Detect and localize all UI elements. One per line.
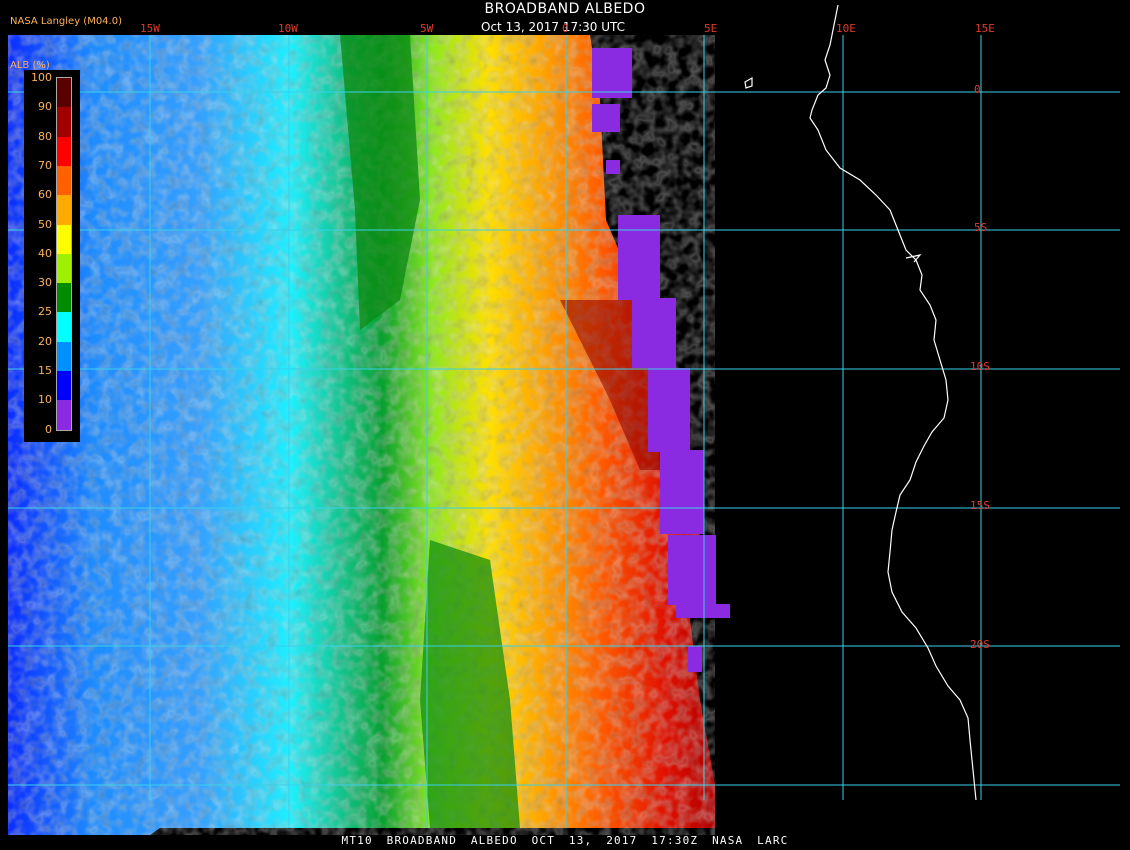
lon-label-0: 0 [562,22,569,35]
legend-tick-label: 25 [38,305,52,319]
legend-tick-label: 30 [38,276,52,290]
lat-label-15s: 15S [970,499,990,512]
legend-tick-label: 20 [38,334,52,348]
credit-label: NASA Langley (M04.0) [10,16,122,27]
legend-tick-label: 10 [38,393,52,407]
lon-label-15e: 15E [975,22,995,35]
color-legend: ALB (%) 100 90 80 70 60 50 40 30 25 20 15 10 0 [10,60,80,442]
lon-label-15w: 15W [140,22,160,35]
footer-caption: MT10 BROADBAND ALBEDO OCT 13, 2017 17:30… [341,834,789,847]
lat-label-20s: 20S [970,638,990,651]
lon-label-10e: 10E [836,22,856,35]
legend-tick-label: 90 [38,100,52,114]
legend-tick-label: 15 [38,364,52,377]
legend-title: ALB (%) [10,60,50,71]
legend-tick-label: 80 [38,129,52,143]
cloud-field [8,35,730,835]
coastline [744,4,977,801]
lat-label-5s: 5S [974,221,988,234]
legend-tick-label: 70 [38,158,52,172]
legend-tick-label: 60 [38,188,52,202]
page-title: BROADBAND ALBEDO [484,1,646,17]
legend-tick-label: 50 [38,217,52,231]
legend-tick-label: 0 [45,422,52,436]
lon-label-5e: 5E [704,22,718,35]
lat-label-0: 0 [974,83,981,96]
legend-tick-label: 100 [31,71,52,84]
lon-label-5w: 5W [420,22,434,35]
legend-tick-label: 40 [38,246,52,260]
lon-label-10w: 10W [278,22,298,35]
timestamp: Oct 13, 2017 17:30 UTC [481,20,625,34]
legend-frame [56,77,72,431]
lat-label-10s: 10S [970,360,990,373]
albedo-map [8,4,1120,835]
